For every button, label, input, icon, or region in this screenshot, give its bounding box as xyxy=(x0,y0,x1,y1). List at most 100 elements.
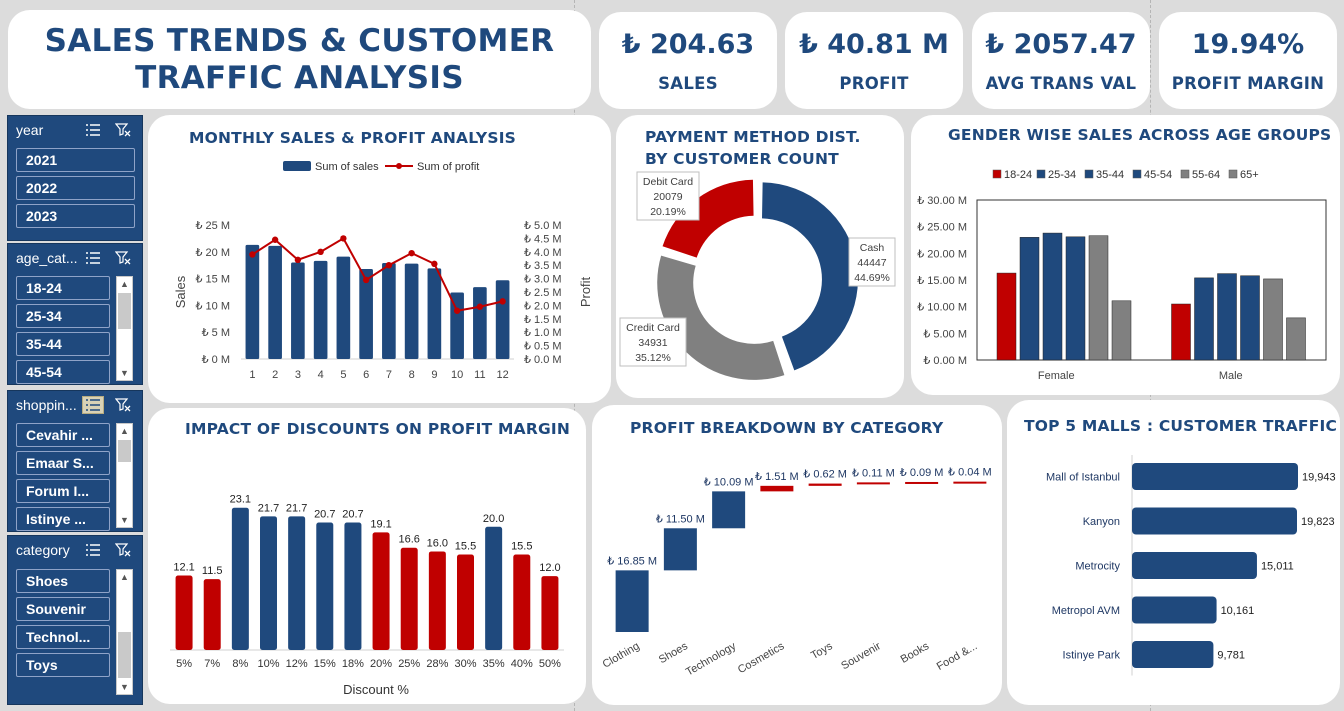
x-tick-label: 5 xyxy=(340,369,346,381)
y-tick-label: Mall of Istanbul xyxy=(1046,472,1120,484)
scroll-up-arrow-icon[interactable]: ▲ xyxy=(117,570,132,584)
x-tick-label: Shoes xyxy=(657,640,690,666)
waterfall-bar xyxy=(856,482,890,485)
data-label: ₺ 11.50 M xyxy=(656,513,705,525)
discount-profit-margin-chart: 12.1 5% 11.5 7% 23.1 8% 21.7 10% 21.7 12% 20.7 15% 2… xyxy=(170,494,564,697)
bar-discount xyxy=(428,551,446,650)
slicer-item-souvenir[interactable]: Souvenir xyxy=(16,597,110,621)
clear-filter-icon[interactable] xyxy=(112,396,134,414)
data-label: 20.7 xyxy=(342,508,363,520)
clear-filter-icon[interactable] xyxy=(112,541,134,559)
x-tick-label: Clothing xyxy=(601,640,642,671)
data-label: 11.5 xyxy=(202,565,223,577)
kpi-value: ₺ 204.63 xyxy=(621,28,755,60)
scrollbar-thumb[interactable] xyxy=(118,632,131,678)
bar-discount xyxy=(288,516,306,650)
y2-tick-label: ₺ 2.5 M xyxy=(524,287,562,299)
data-label: 19,943 xyxy=(1302,472,1336,484)
callout-percent: 44.69% xyxy=(854,272,890,284)
bar-male-55-64 xyxy=(1263,278,1283,361)
profit-point xyxy=(476,303,484,310)
bar-female-25-34 xyxy=(1019,237,1040,361)
legend-swatch xyxy=(1084,169,1094,179)
waterfall-bar xyxy=(760,485,794,492)
slicer-item-2023[interactable]: 2023 xyxy=(16,204,135,228)
bar-discount xyxy=(372,532,390,650)
slicer-item-shoes[interactable]: Shoes xyxy=(16,569,110,593)
profit-point xyxy=(453,307,461,314)
slicer-item-25-34[interactable]: 25-34 xyxy=(16,304,110,328)
slicer-title: shoppin... xyxy=(16,397,77,413)
clear-filter-icon[interactable] xyxy=(112,121,134,139)
profit-point xyxy=(340,235,347,242)
y-tick-label: Metropol AVM xyxy=(1052,605,1120,617)
slicer-scrollbar[interactable]: ▲ ▼ xyxy=(116,423,133,528)
category-chart-card: PROFIT BREAKDOWN BY CATEGORY ₺ 16.85 M Cl… xyxy=(592,405,1002,705)
clear-filter-icon[interactable] xyxy=(112,249,134,267)
bar-discount xyxy=(203,579,221,650)
y2-tick-label: ₺ 3.0 M xyxy=(524,274,562,286)
scroll-down-arrow-icon[interactable]: ▼ xyxy=(117,680,132,694)
slicer-item-toys[interactable]: Toys xyxy=(16,653,110,677)
x-tick-label: 50% xyxy=(539,658,561,670)
data-label: 21.7 xyxy=(286,502,307,514)
slicer-scrollbar[interactable]: ▲ ▼ xyxy=(116,276,133,381)
slicer-age-category: age_cat... 18-24 25-34 35-44 45-54 ▲ ▼ xyxy=(7,243,143,385)
data-label: ₺ 10.09 M xyxy=(704,476,754,488)
slicer-item-istinye[interactable]: Istinye ... xyxy=(16,507,110,531)
waterfall-bar xyxy=(712,491,746,529)
waterfall-bar xyxy=(808,483,842,486)
kpi-label: AVG TRANS VAL xyxy=(985,73,1137,93)
payment-method-donut-chart: Cash 44447 44.69% Credit Card 34931 35.12% Deb… xyxy=(619,171,896,380)
scroll-up-arrow-icon[interactable]: ▲ xyxy=(117,277,132,291)
x-tick-label: Toys xyxy=(809,640,835,662)
slicer-item-45-54[interactable]: 45-54 xyxy=(16,360,110,384)
slicer-item-emaar[interactable]: Emaar S... xyxy=(16,451,110,475)
dashboard-title-line1: SALES TRENDS & CUSTOMER xyxy=(44,22,555,59)
kpi-card-avg-trans-val: ₺ 2057.47 AVG TRANS VAL xyxy=(972,12,1150,109)
scrollbar-thumb[interactable] xyxy=(118,440,131,462)
y2-tick-label: ₺ 1.0 M xyxy=(524,327,562,339)
kpi-value: 19.94% xyxy=(1191,28,1305,60)
slicer-item-technology[interactable]: Technol... xyxy=(16,625,110,649)
multi-select-icon[interactable] xyxy=(82,121,104,139)
bar-sales xyxy=(245,244,260,359)
waterfall-bar xyxy=(663,528,697,571)
scrollbar-thumb[interactable] xyxy=(118,293,131,329)
multi-select-icon[interactable] xyxy=(82,249,104,267)
x-axis-title: Discount % xyxy=(343,682,409,697)
monthly-chart-card: MONTHLY SALES & PROFIT ANALYSIS Sum of s… xyxy=(148,115,611,403)
callout-name: Debit Card xyxy=(643,176,693,188)
slicer-item-18-24[interactable]: 18-24 xyxy=(16,276,110,300)
scroll-down-arrow-icon[interactable]: ▼ xyxy=(117,513,132,527)
bar-discount xyxy=(400,547,418,650)
slicer-item-2021[interactable]: 2021 xyxy=(16,148,135,172)
bar-discount xyxy=(316,522,334,650)
scroll-up-arrow-icon[interactable]: ▲ xyxy=(117,424,132,438)
slicer-item-cevahir[interactable]: Cevahir ... xyxy=(16,423,110,447)
slicer-item-forum[interactable]: Forum I... xyxy=(16,479,110,503)
slicer-category: category Shoes Souvenir Technol... Toys … xyxy=(7,535,143,705)
y-tick-label: Metrocity xyxy=(1075,561,1120,573)
slicer-header: age_cat... xyxy=(8,244,142,272)
x-tick-label: 9 xyxy=(431,369,437,381)
slicer-title: age_cat... xyxy=(16,250,78,266)
data-label: 19,823 xyxy=(1301,516,1335,528)
slicer-item-35-44[interactable]: 35-44 xyxy=(16,332,110,356)
scroll-down-arrow-icon[interactable]: ▼ xyxy=(117,366,132,380)
multi-select-icon[interactable] xyxy=(82,541,104,559)
legend-swatch xyxy=(1036,169,1046,179)
bar-mall-traffic xyxy=(1132,507,1298,535)
y2-tick-label: ₺ 1.5 M xyxy=(524,314,562,326)
slicer-header: shoppin... xyxy=(8,391,142,419)
bar-male-65+ xyxy=(1286,317,1306,361)
x-tick-label: 6 xyxy=(363,369,369,381)
donut-slice-cash xyxy=(762,182,858,371)
callout-count: 34931 xyxy=(638,337,667,349)
data-label: 21.7 xyxy=(258,502,279,514)
y2-tick-label: ₺ 0.5 M xyxy=(524,341,562,353)
slicer-item-2022[interactable]: 2022 xyxy=(16,176,135,200)
data-label: 10,161 xyxy=(1221,605,1255,617)
multi-select-icon[interactable] xyxy=(82,396,104,414)
slicer-scrollbar[interactable]: ▲ ▼ xyxy=(116,569,133,695)
